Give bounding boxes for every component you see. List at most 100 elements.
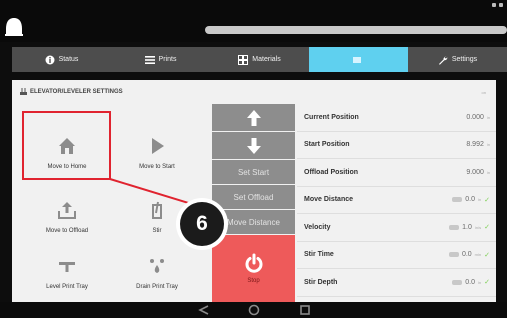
panel-title: ELEVATOR/LEVELER SETTINGS [20,88,123,95]
param-label: Stir Time [304,251,334,259]
set-start-label: Set Start [237,167,270,177]
set-offload-button[interactable]: Set Offload [212,185,295,209]
move-to-offload-button[interactable]: Move to Offload [28,180,106,240]
navigation-bar [0,302,507,318]
param-value: 0.000 in [466,114,490,121]
panel-corner-label: on [481,90,486,95]
unit-text: in [486,142,490,148]
wrench-icon [438,55,448,65]
param-label: Stir Depth [304,278,338,286]
drain-icon [150,259,164,273]
value-text: 1.0 [462,223,472,231]
callout-number: 6 [180,202,224,246]
param-value: 0.0 in ✓ [452,278,490,286]
edit-field-icon [449,224,460,230]
param-value: 1.0 in/s ✓ [449,223,490,231]
offload-icon [58,202,76,219]
edit-field-icon [452,279,463,285]
info-icon [45,55,55,64]
param-offload-position: Offload Position 9.000 in [297,159,496,187]
param-stir-time[interactable]: Stir Time 0.0 min ✓ [297,242,496,269]
tab-materials[interactable]: Materials [210,47,309,72]
signal-icon [492,3,496,7]
level-print-tray-label: Level Print Tray [46,284,88,290]
move-down-button[interactable] [212,132,295,159]
tab-bar: Status Prints Materials Settings [12,47,507,72]
panel-title-text: ELEVATOR/LEVELER SETTINGS [30,88,123,95]
unit-text: in [486,169,490,175]
move-to-offload-label: Move to Offload [45,228,89,234]
move-to-start-label: Move to Start [139,164,175,170]
move-to-start-button[interactable]: Move to Start [118,116,196,176]
move-distance-label: Move Distance [227,217,280,227]
value-text: 0.0 [465,278,475,286]
unit-text: in/s [474,224,482,230]
level-icon [59,262,75,272]
unit-text: in [478,279,482,285]
param-current-position: Current Position 0.000 in [297,104,496,132]
param-label: Offload Position [304,168,359,176]
power-icon [245,253,262,273]
check-icon: ✓ [484,251,490,259]
tab-settings[interactable]: Settings [408,47,507,72]
arrow-down-icon [246,137,261,154]
set-offload-label: Set Offload [233,192,274,202]
highlight-box [22,111,111,180]
tab-prints-label: Prints [158,56,177,63]
list-icon [144,55,155,64]
value-text: 8.992 [466,141,484,149]
tab-settings-label: Settings [451,56,478,63]
recents-icon[interactable] [298,304,312,316]
elevator-icon [20,88,27,95]
stop-button[interactable]: Stop [212,235,295,302]
tab-materials-label: Materials [252,56,281,63]
arrow-up-icon [246,109,261,126]
tab-prints[interactable]: Prints [111,47,210,72]
home-nav-icon[interactable] [247,304,261,316]
move-up-button[interactable] [212,104,295,131]
unit-text: min [474,252,482,258]
check-icon: ✓ [484,224,490,232]
tab-manual[interactable] [309,47,408,72]
edit-field-icon [448,252,459,258]
param-label: Start Position [304,141,350,149]
check-icon: ✓ [484,196,490,204]
param-stir-depth[interactable]: Stir Depth 0.0 in ✓ [297,269,496,297]
param-value: 0.0 in ✓ [452,196,490,204]
parameter-list: Current Position 0.000 in Start Position … [297,104,496,297]
drain-print-tray-button[interactable]: Drain Print Tray [118,236,196,296]
printer-logo-icon [5,18,23,36]
edit-field-icon [452,197,463,203]
level-print-tray-button[interactable]: Level Print Tray [28,236,106,296]
unit-text: in [478,197,482,203]
param-value: 8.992 in [466,141,490,148]
battery-icon [499,3,503,7]
stir-label: Stir [152,228,162,234]
stop-label: Stop [247,278,260,284]
tab-status[interactable]: Status [12,47,111,72]
param-label: Velocity [304,223,331,231]
status-bar [0,0,507,42]
drain-print-tray-label: Drain Print Tray [136,284,178,290]
set-start-button[interactable]: Set Start [212,160,295,184]
param-value: 0.0 min ✓ [448,251,490,259]
param-label: Move Distance [304,196,354,204]
manual-icon [352,56,361,63]
param-label: Current Position [304,113,359,121]
param-velocity[interactable]: Velocity 1.0 in/s ✓ [297,214,496,242]
param-move-distance[interactable]: Move Distance 0.0 in ✓ [297,187,496,214]
back-icon[interactable] [196,304,210,316]
value-text: 0.0 [461,251,472,259]
param-value: 9.000 in [466,169,490,176]
unit-text: in [486,114,490,120]
value-text: 0.0 [465,196,475,204]
check-icon: ✓ [484,279,490,287]
progress-track [205,26,507,34]
grid-icon [238,54,249,65]
stir-icon [152,201,162,219]
play-icon [152,138,164,154]
value-text: 0.000 [466,113,484,121]
value-text: 9.000 [466,168,484,176]
callout-badge: 6 [176,198,228,250]
device-screen: Status Prints Materials Settings ELEVATO… [0,0,507,318]
